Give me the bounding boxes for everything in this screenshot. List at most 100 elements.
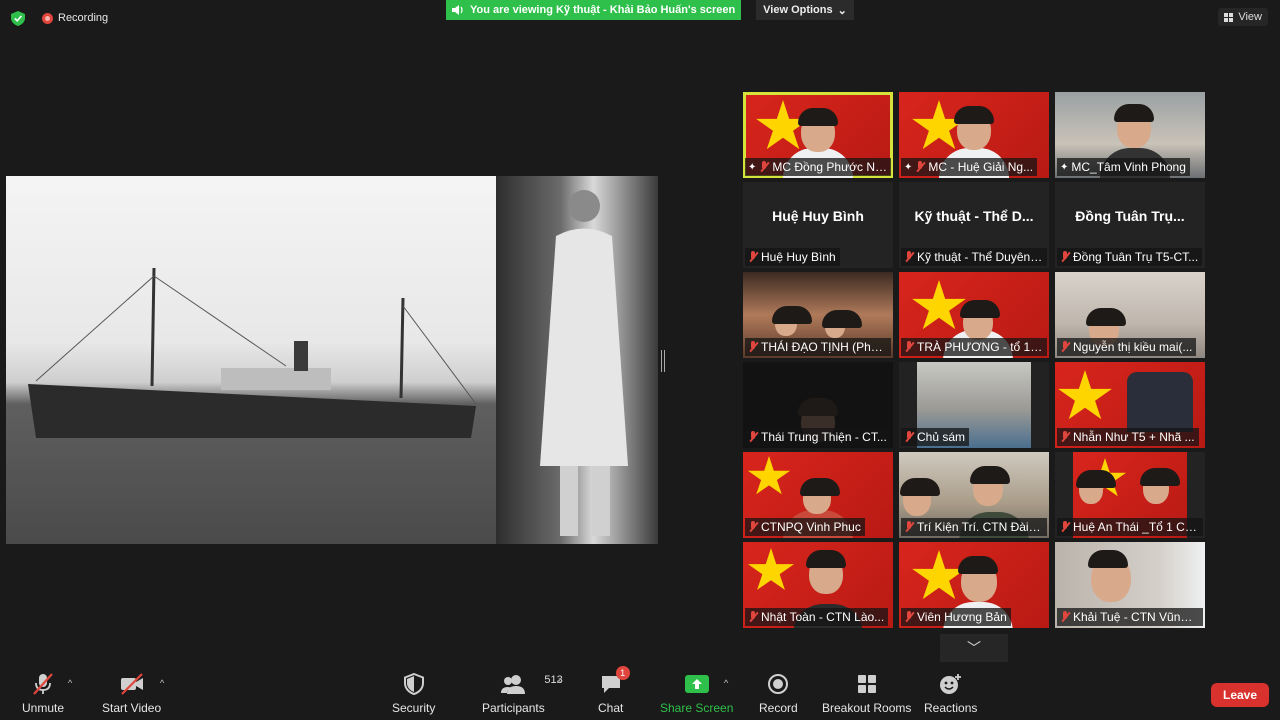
muted-mic-icon xyxy=(748,341,758,353)
participant-face xyxy=(1088,550,1131,602)
chevron-down-icon: ⌄ xyxy=(837,4,847,17)
share-options-caret-icon[interactable]: ^ xyxy=(724,678,728,688)
participant-tile[interactable]: CTNPQ Vinh Phuc xyxy=(743,452,893,538)
muted-mic-icon xyxy=(1060,521,1070,533)
chevron-down-icon: ﹀ xyxy=(967,640,981,656)
flag-star-icon xyxy=(912,550,966,600)
participants-icon: 513 xyxy=(500,672,563,696)
participant-tile[interactable]: Khải Tuệ - CTN Vũng ... xyxy=(1055,542,1205,628)
muted-microphone-icon xyxy=(31,672,55,696)
leave-button[interactable]: Leave xyxy=(1211,683,1269,707)
view-button[interactable]: View xyxy=(1218,8,1268,26)
start-video-button[interactable]: Start Video xyxy=(102,672,161,715)
muted-mic-icon xyxy=(904,341,914,353)
record-button[interactable]: Record xyxy=(759,672,798,715)
participant-tile[interactable]: Nhẫn Như T5 + Nhã ... xyxy=(1055,362,1205,448)
flag-star-icon xyxy=(747,548,795,590)
meeting-toolbar: Unmute ^ Start Video ^ Security 513 Part… xyxy=(0,664,1280,720)
participant-tile[interactable]: Kỹ thuật - Thể D... Kỹ thuật - Thể Duyên… xyxy=(899,182,1049,268)
participant-face xyxy=(800,478,840,514)
participant-tile[interactable]: Viên Hương Bản xyxy=(899,542,1049,628)
audio-options-caret-icon[interactable]: ^ xyxy=(68,678,72,688)
participant-name-display: Kỹ thuật - Thể D... xyxy=(914,208,1034,224)
speaker-icon xyxy=(452,5,463,15)
participant-tile[interactable]: Đồng Tuân Trụ... Đồng Tuân Trụ T5-CT... xyxy=(1055,182,1205,268)
participant-tile[interactable]: Chủ sám xyxy=(899,362,1049,448)
participant-face xyxy=(970,466,1010,506)
breakout-rooms-button[interactable]: Breakout Rooms xyxy=(822,672,911,715)
chat-button[interactable]: 1 Chat xyxy=(598,666,630,715)
participant-tile[interactable]: ✦ MC_Tâm Vinh Phong xyxy=(1055,92,1205,178)
participant-name-label: ✦ MC_Tâm Vinh Phong xyxy=(1057,158,1190,176)
smiley-plus-icon xyxy=(939,672,963,696)
view-label: View xyxy=(1238,11,1262,23)
chat-unread-badge: 1 xyxy=(615,666,630,680)
security-shield-icon[interactable] xyxy=(11,11,25,26)
participant-name-label: ✦ MC Đồng Phước Nghĩa xyxy=(745,158,891,176)
participant-face xyxy=(958,556,998,602)
participant-tile[interactable]: THÁI ĐẠO TỊNH (Phật... xyxy=(743,272,893,358)
participant-tile[interactable]: ✦ MC - Huệ Giải Ng... xyxy=(899,92,1049,178)
participant-name-label: CTNPQ Vinh Phuc xyxy=(745,518,865,536)
muted-mic-icon xyxy=(915,161,925,173)
viewing-banner-text: You are viewing Kỹ thuật - Khải Bảo Huấn… xyxy=(470,4,736,16)
participants-caret-icon[interactable]: ^ xyxy=(557,678,561,688)
split-view-handle[interactable] xyxy=(661,350,665,372)
video-options-caret-icon[interactable]: ^ xyxy=(160,678,164,688)
participant-tile[interactable]: ✦ MC Đồng Phước Nghĩa xyxy=(743,92,893,178)
participant-name-label: Viên Hương Bản xyxy=(901,608,1011,626)
participant-face xyxy=(900,478,940,516)
portrait-photo xyxy=(496,176,658,544)
view-options-button[interactable]: View Options ⌄ xyxy=(756,0,854,20)
participant-face xyxy=(806,550,846,594)
participant-face xyxy=(772,306,812,336)
reactions-button[interactable]: Reactions xyxy=(924,672,977,715)
participant-name-label: Kỹ thuật - Thể Duyên ... xyxy=(901,248,1047,266)
participant-face xyxy=(960,300,1000,340)
ship-photo xyxy=(6,176,496,544)
participant-name-label: Nhật Toàn - CTN Lào... xyxy=(745,608,889,626)
participant-body xyxy=(1127,372,1193,432)
share-screen-icon xyxy=(684,672,709,696)
participant-tile[interactable]: Huệ Huy Bình Huệ Huy Bình xyxy=(743,182,893,268)
muted-mic-icon xyxy=(1060,341,1070,353)
start-video-label: Start Video xyxy=(102,701,162,715)
security-label: Security xyxy=(392,701,436,715)
gallery-grid-icon xyxy=(1224,12,1234,22)
flag-star-icon xyxy=(912,280,966,330)
participant-name-label: THÁI ĐẠO TỊNH (Phật... xyxy=(745,338,891,356)
participant-tile[interactable]: TRÀ PHƯƠNG - tổ 1 ... xyxy=(899,272,1049,358)
gallery-next-page-button[interactable]: ﹀ xyxy=(940,634,1008,662)
participant-name-display: Huệ Huy Bình xyxy=(772,208,864,224)
viewing-screen-banner: You are viewing Kỹ thuật - Khải Bảo Huấn… xyxy=(446,0,741,20)
participant-tile[interactable]: Trí Kiện Trí. CTN Đài L... xyxy=(899,452,1049,538)
security-button[interactable]: Security xyxy=(392,672,435,715)
chat-icon: 1 xyxy=(600,666,630,696)
participant-name-label: Huệ Huy Bình xyxy=(745,248,840,266)
participant-tile[interactable]: Thái Trung Thiện - CT... xyxy=(743,362,893,448)
participant-tile[interactable]: Huệ An Thái _Tổ 1 CT... xyxy=(1055,452,1205,538)
unmute-button[interactable]: Unmute xyxy=(22,672,64,715)
share-screen-button[interactable]: Share Screen xyxy=(660,672,733,715)
participant-face xyxy=(798,108,838,152)
participants-button[interactable]: 513 Participants xyxy=(482,672,563,715)
recording-indicator[interactable]: Recording xyxy=(42,12,108,24)
recording-label: Recording xyxy=(58,12,109,24)
pin-icon: ✦ xyxy=(748,161,757,173)
participant-name-label: ✦ MC - Huệ Giải Ng... xyxy=(901,158,1038,176)
participant-name-label: Nhẫn Như T5 + Nhã ... xyxy=(1057,428,1199,446)
muted-mic-icon xyxy=(904,431,914,443)
participant-tile[interactable]: Nguyễn thị kiều mai(... xyxy=(1055,272,1205,358)
reactions-label: Reactions xyxy=(924,701,978,715)
participant-name-display: Đồng Tuân Trụ... xyxy=(1075,208,1185,224)
muted-mic-icon xyxy=(748,521,758,533)
muted-mic-icon xyxy=(1060,251,1070,263)
participant-tile[interactable]: Nhật Toàn - CTN Lào... xyxy=(743,542,893,628)
flag-star-icon xyxy=(1058,370,1112,420)
pin-icon: ✦ xyxy=(1060,161,1069,173)
participant-name-label: Khải Tuệ - CTN Vũng ... xyxy=(1057,608,1203,626)
participant-name-label: Chủ sám xyxy=(901,428,970,446)
breakout-rooms-icon xyxy=(857,672,877,696)
record-icon xyxy=(767,672,789,696)
shared-screen-content[interactable] xyxy=(6,176,658,544)
